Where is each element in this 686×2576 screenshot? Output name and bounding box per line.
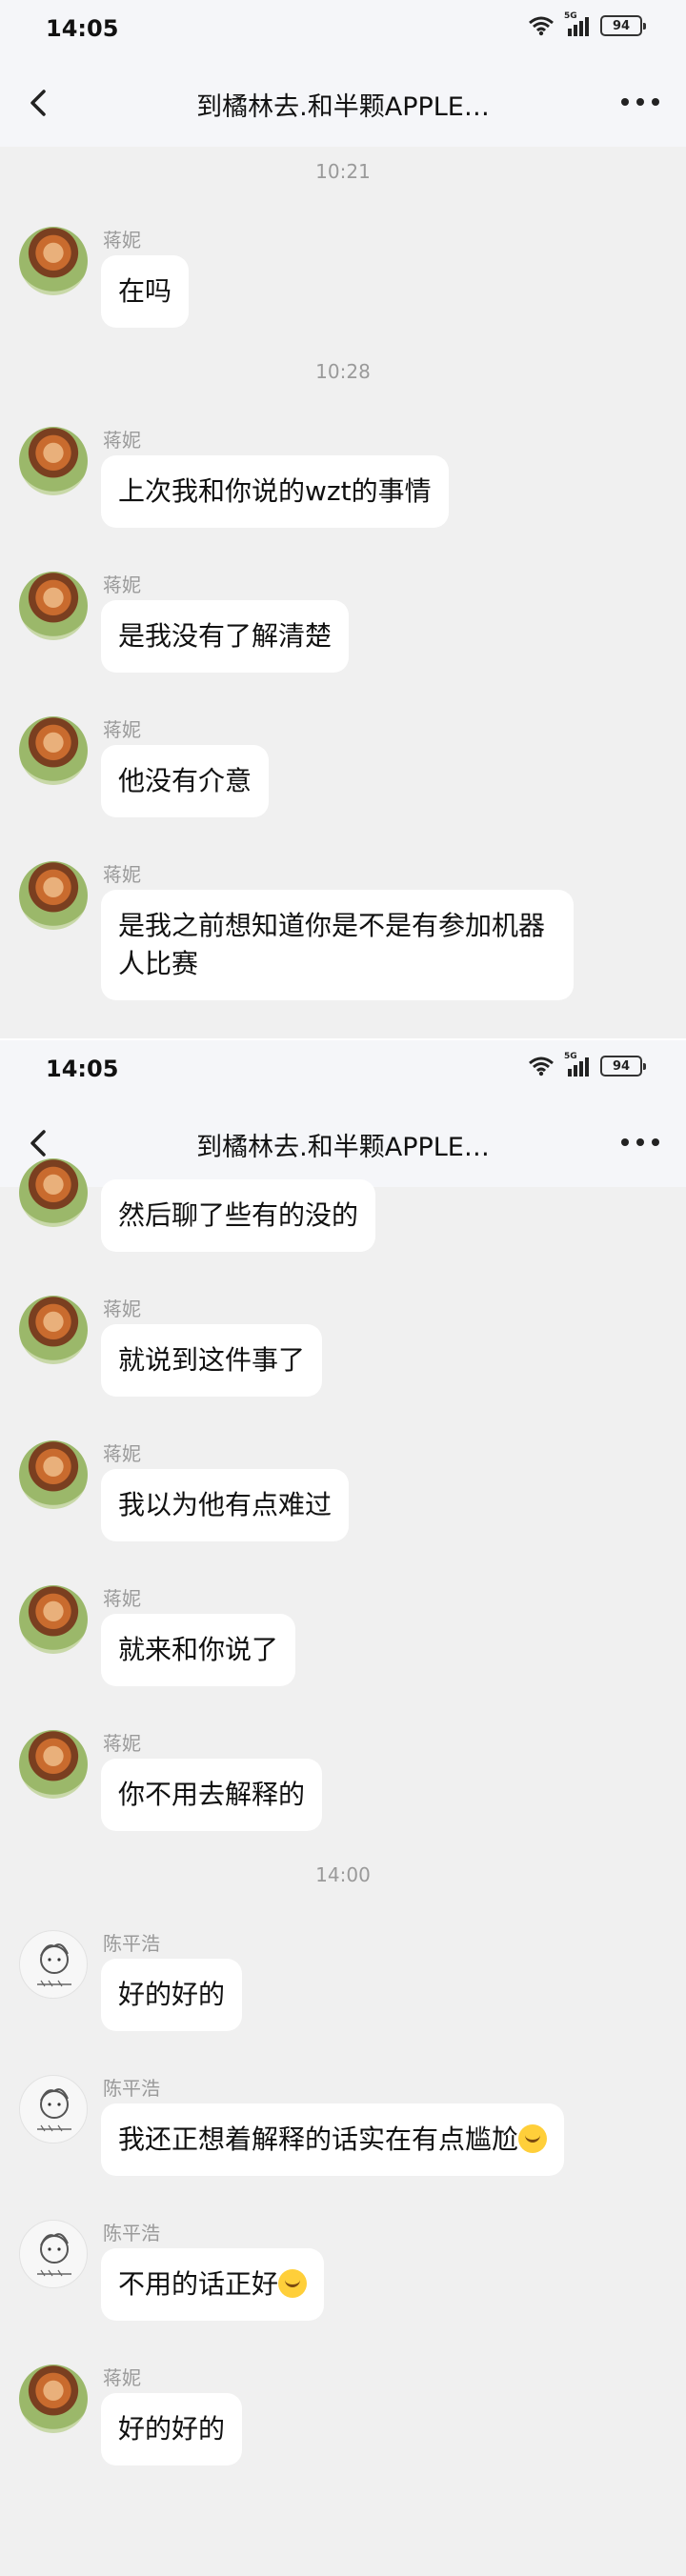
avatar-jiangni[interactable] <box>19 427 88 495</box>
avatar-jiangni[interactable] <box>19 1296 88 1364</box>
timestamp-divider: 14:00 <box>315 1863 371 1886</box>
sender-name: 蒋妮 <box>103 863 141 886</box>
avatar-jiangni[interactable] <box>19 1585 88 1654</box>
message-bubble[interactable]: 然后聊了些有的没的 <box>101 1179 376 1252</box>
message-bubble[interactable]: 你不用去解释的 <box>101 1759 323 1831</box>
message-bubble[interactable]: 就说到这件事了 <box>101 1324 323 1397</box>
message-text: 然后聊了些有的没的 <box>118 1199 359 1231</box>
status-bar: 14:05 5G 94 <box>0 1040 686 1099</box>
back-arrow-icon[interactable] <box>21 1124 59 1162</box>
battery-icon: 94 <box>600 15 646 36</box>
more-options-icon[interactable] <box>621 1128 659 1157</box>
sender-name: 陈平浩 <box>103 2077 160 2100</box>
sender-name: 蒋妮 <box>103 1298 141 1320</box>
message-bubble[interactable]: 就来和你说了 <box>101 1614 296 1686</box>
status-time: 14:05 <box>46 1056 119 1082</box>
chat-screenshot-1: 14:05 5G 94 到橘林去.和半颗APPLE… 10:21 蒋妮 在吗 10:2… <box>0 0 686 1038</box>
timestamp-divider: 10:21 <box>315 160 371 183</box>
laugh-cry-emoji <box>518 2124 548 2153</box>
timestamp-divider: 10:28 <box>315 360 371 383</box>
sender-name: 陈平浩 <box>103 2222 160 2244</box>
avatar-jiangni[interactable] <box>19 227 88 295</box>
message-bubble[interactable]: 好的好的 <box>101 1959 243 2031</box>
chat-title: 到橘林去.和半颗APPLE… <box>196 1133 490 1162</box>
sender-name: 蒋妮 <box>103 574 141 596</box>
network-type: 5G <box>564 1052 577 1061</box>
network-type: 5G <box>564 11 577 21</box>
message-bubble[interactable]: 我还正想着解释的话实在有点尴尬 <box>101 2103 565 2176</box>
relieved-emoji <box>278 2269 308 2298</box>
message-list: 然后聊了些有的没的 蒋妮 就说到这件事了 蒋妮 我以为他有点难过 蒋妮 就来和你说了 蒋妮 你不… <box>0 1158 686 2576</box>
status-icons: 5G 94 <box>528 1052 646 1077</box>
avatar-jiangni[interactable] <box>19 1158 88 1227</box>
message-text: 不用的话正好 <box>118 2268 279 2300</box>
avatar-jiangni[interactable] <box>19 572 88 640</box>
sender-name: 蒋妮 <box>103 1587 141 1610</box>
message-bubble[interactable]: 是我没有了解清楚 <box>101 600 350 673</box>
message-bubble[interactable]: 我以为他有点难过 <box>101 1469 350 1541</box>
sender-name: 蒋妮 <box>103 1732 141 1755</box>
message-bubble[interactable]: 在吗 <box>101 255 190 328</box>
message-text: 是我没有了解清楚 <box>118 620 333 652</box>
more-options-icon[interactable] <box>621 88 659 116</box>
avatar-chenpinghao[interactable] <box>19 2075 88 2143</box>
sender-name: 陈平浩 <box>103 1932 160 1955</box>
chat-header: 到橘林去.和半颗APPLE… <box>0 1099 686 1187</box>
status-bar: 14:05 5G 94 <box>0 0 686 59</box>
avatar-jiangni[interactable] <box>19 716 88 785</box>
avatar-chenpinghao[interactable] <box>19 1930 88 1999</box>
message-bubble[interactable]: 他没有介意 <box>101 745 270 817</box>
avatar-jiangni[interactable] <box>19 2365 88 2433</box>
message-text: 就说到这件事了 <box>118 1344 306 1376</box>
chat-screenshot-2: 14:05 5G 94 到橘林去.和半颗APPLE… 然后聊了些有的没的 蒋妮 就说… <box>0 1040 686 2576</box>
sender-name: 蒋妮 <box>103 229 141 252</box>
wifi-icon <box>528 1056 555 1077</box>
cellular-signal-icon: 5G <box>564 1052 591 1077</box>
sender-name: 蒋妮 <box>103 1442 141 1465</box>
message-list: 10:21 蒋妮 在吗 10:28 蒋妮 上次我和你说的wzt的事情 蒋妮 是我没有了解清楚蒋… <box>0 147 686 1038</box>
avatar-jiangni[interactable] <box>19 1440 88 1509</box>
message-text: 我还正想着解释的话实在有点尴尬 <box>118 2123 519 2155</box>
message-text: 他没有介意 <box>118 765 252 796</box>
avatar-chenpinghao[interactable] <box>19 2220 88 2288</box>
message-bubble[interactable]: 是我之前想知道你是不是有参加机器人比赛 <box>101 890 574 1000</box>
status-time: 14:05 <box>46 15 119 42</box>
message-bubble[interactable]: 上次我和你说的wzt的事情 <box>101 455 449 528</box>
message-bubble[interactable]: 不用的话正好 <box>101 2248 325 2321</box>
message-text: 好的好的 <box>118 2413 226 2445</box>
message-bubble[interactable]: 好的好的 <box>101 2393 243 2465</box>
avatar-jiangni[interactable] <box>19 1730 88 1799</box>
message-text: 好的好的 <box>118 1979 226 2010</box>
avatar-jiangni[interactable] <box>19 861 88 930</box>
sender-name: 蒋妮 <box>103 718 141 741</box>
sender-name: 蒋妮 <box>103 2366 141 2389</box>
back-arrow-icon[interactable] <box>21 84 59 122</box>
message-text: 是我之前想知道你是不是有参加机器人比赛 <box>118 910 546 979</box>
wifi-icon <box>528 15 555 36</box>
message-text: 你不用去解释的 <box>118 1779 306 1810</box>
cellular-signal-icon: 5G <box>564 11 591 36</box>
chat-title: 到橘林去.和半颗APPLE… <box>196 92 490 122</box>
message-text: 上次我和你说的wzt的事情 <box>118 475 432 507</box>
message-text: 就来和你说了 <box>118 1634 279 1665</box>
status-icons: 5G 94 <box>528 11 646 36</box>
message-text: 在吗 <box>118 275 172 307</box>
battery-icon: 94 <box>600 1056 646 1077</box>
sender-name: 蒋妮 <box>103 429 141 452</box>
message-text: 我以为他有点难过 <box>118 1489 333 1520</box>
chat-header: 到橘林去.和半颗APPLE… <box>0 59 686 147</box>
